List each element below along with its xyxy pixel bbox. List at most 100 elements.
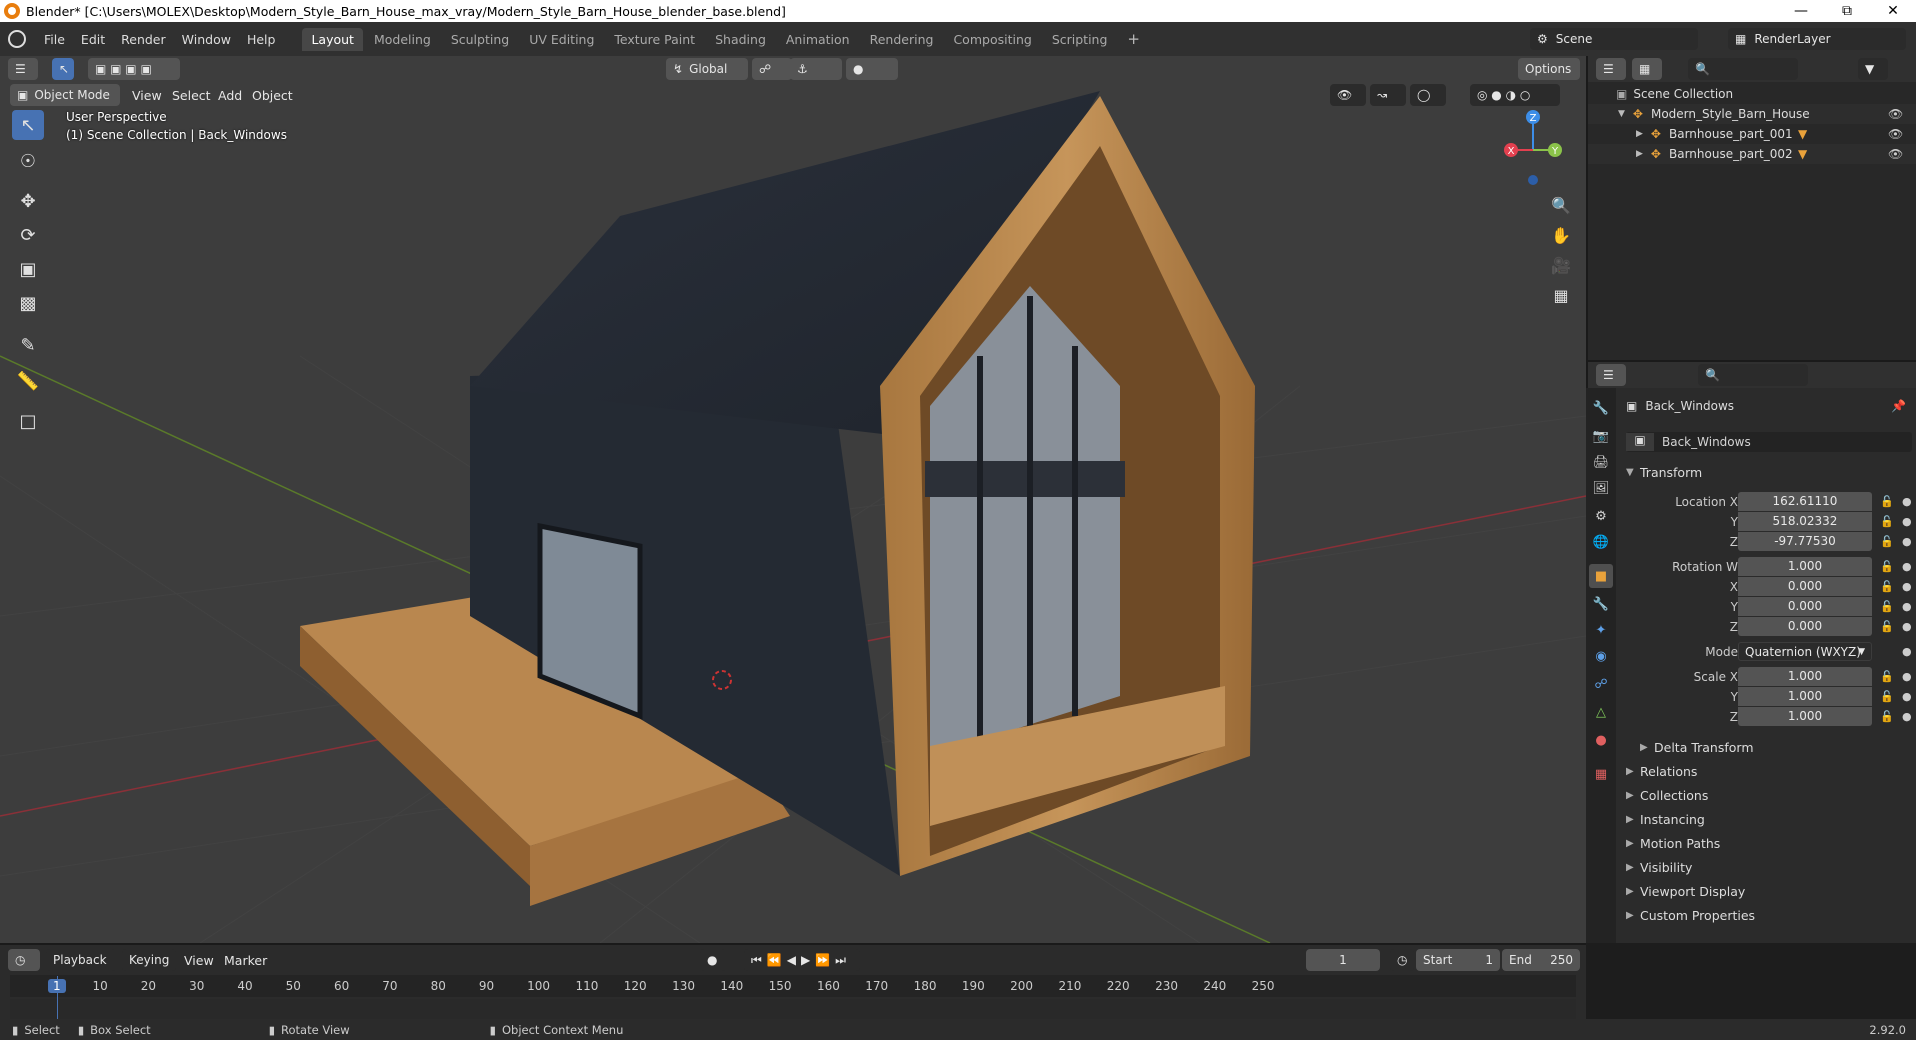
visibility-icon[interactable]: 👁: [1330, 84, 1366, 106]
keyframe-dot-icon[interactable]: ●: [1902, 670, 1912, 683]
3d-viewport[interactable]: [0, 56, 1586, 943]
object-tab-icon[interactable]: ■: [1589, 564, 1613, 588]
tab-sculpting[interactable]: Sculpting: [442, 28, 518, 51]
end-frame-field[interactable]: End 250: [1502, 949, 1580, 971]
select-tool-icon[interactable]: ↖: [12, 110, 44, 140]
transform-tool-icon[interactable]: ▩: [12, 288, 44, 318]
tab-uv-editing[interactable]: UV Editing: [520, 28, 603, 51]
delta-transform-header[interactable]: ▶ Delta Transform: [1640, 736, 1916, 758]
record-icon[interactable]: ●: [700, 949, 726, 971]
physics-tab-icon[interactable]: ◉: [1589, 644, 1613, 668]
object-datablock-icon[interactable]: ▣: [1626, 433, 1654, 451]
constraints-tab-icon[interactable]: ☍: [1589, 672, 1613, 696]
add-workspace-button[interactable]: +: [1118, 26, 1149, 52]
motion-paths-panel-header[interactable]: ▶ Motion Paths: [1626, 832, 1916, 854]
camera-icon[interactable]: 🎥: [1548, 252, 1574, 278]
select-box-tool-button[interactable]: ↖: [52, 58, 74, 80]
tab-layout[interactable]: Layout: [302, 27, 363, 51]
outliner-search-input[interactable]: 🔍: [1688, 58, 1798, 80]
options-button[interactable]: Options: [1518, 58, 1580, 80]
collections-panel-header[interactable]: ▶ Collections: [1626, 784, 1916, 806]
texture-tab-icon[interactable]: ▦: [1589, 762, 1613, 786]
keyframe-dot-icon[interactable]: ●: [1902, 710, 1912, 723]
modifier-tab-icon[interactable]: 🔧: [1589, 592, 1613, 616]
lock-icon[interactable]: 🔓: [1880, 600, 1894, 613]
menu-file[interactable]: File: [36, 32, 73, 47]
tab-rendering[interactable]: Rendering: [861, 28, 943, 51]
transform-panel-header[interactable]: ▼ Transform: [1626, 461, 1916, 483]
viewport-menu-view[interactable]: View: [132, 88, 162, 103]
pan-hand-icon[interactable]: ✋: [1548, 222, 1574, 248]
keyframe-dot-icon[interactable]: ●: [1902, 535, 1912, 548]
playback-controls[interactable]: ⏮⏪◀▶⏩⏭: [744, 949, 860, 971]
properties-search-input[interactable]: 🔍: [1698, 364, 1808, 386]
grid-perspective-icon[interactable]: ▦: [1548, 282, 1574, 308]
clock-icon[interactable]: ◷: [1390, 949, 1414, 971]
orientation-dropdown[interactable]: ↯ Global: [666, 58, 748, 80]
pivot-point-icon[interactable]: ☍: [752, 58, 792, 80]
tab-texture-paint[interactable]: Texture Paint: [605, 28, 704, 51]
properties-editor-type-button[interactable]: ☰: [1596, 364, 1626, 386]
keyframe-dot-icon[interactable]: ●: [1902, 600, 1912, 613]
current-frame-field[interactable]: 1: [1306, 949, 1380, 971]
lock-icon[interactable]: 🔓: [1880, 560, 1894, 573]
material-tab-icon[interactable]: ●: [1589, 728, 1613, 752]
location-y-field[interactable]: 518.02332: [1738, 512, 1872, 531]
gizmo-toggle-icon[interactable]: ↝: [1370, 84, 1406, 106]
scale-z-field[interactable]: 1.000: [1738, 707, 1872, 726]
tab-modeling[interactable]: Modeling: [365, 28, 440, 51]
keyframe-dot-icon[interactable]: ●: [1902, 620, 1912, 633]
relations-panel-header[interactable]: ▶ Relations: [1626, 760, 1916, 782]
expand-arrow-icon[interactable]: ▼: [1618, 109, 1625, 119]
playback-menu[interactable]: Playback: [46, 949, 116, 971]
keyframe-dot-icon[interactable]: ●: [1902, 580, 1912, 593]
viewport-menu-object[interactable]: Object: [252, 88, 293, 103]
move-tool-icon[interactable]: ✥: [12, 186, 44, 216]
custom-properties-panel-header[interactable]: ▶ Custom Properties: [1626, 904, 1916, 926]
viewport-menu-add[interactable]: Add: [218, 88, 242, 103]
selection-mode-group[interactable]: ▣ ▣ ▣ ▣: [88, 58, 180, 80]
scene-selector[interactable]: ⚙ Scene: [1530, 28, 1698, 50]
tab-scripting[interactable]: Scripting: [1043, 28, 1117, 51]
cursor-tool-icon[interactable]: ☉: [12, 146, 44, 176]
menu-help[interactable]: Help: [239, 32, 284, 47]
rotation-w-field[interactable]: 1.000: [1738, 557, 1872, 576]
particles-tab-icon[interactable]: ✦: [1589, 618, 1613, 642]
rotation-x-field[interactable]: 0.000: [1738, 577, 1872, 596]
keyframe-dot-icon[interactable]: ●: [1902, 495, 1912, 508]
keying-menu[interactable]: Keying: [122, 949, 176, 971]
expand-arrow-icon[interactable]: ▶: [1636, 129, 1643, 139]
lock-icon[interactable]: 🔓: [1880, 535, 1894, 548]
restore-button[interactable]: ⧉: [1824, 0, 1870, 22]
object-mode-dropdown[interactable]: ▣ Object Mode: [10, 84, 120, 106]
menu-edit[interactable]: Edit: [73, 32, 113, 47]
display-mode-button[interactable]: ▦: [1632, 58, 1662, 80]
output-tab-icon[interactable]: 🖨: [1589, 450, 1613, 474]
lock-icon[interactable]: 🔓: [1880, 495, 1894, 508]
outliner-editor-type-button[interactable]: ☰: [1596, 58, 1626, 80]
keyframe-area[interactable]: [10, 999, 1576, 1019]
outliner-scene-collection[interactable]: ▣ Scene Collection: [1588, 84, 1916, 104]
menu-window[interactable]: Window: [174, 32, 239, 47]
keyframe-dot-icon[interactable]: ●: [1902, 645, 1912, 658]
tab-compositing[interactable]: Compositing: [944, 28, 1040, 51]
pin-icon[interactable]: 📌: [1891, 399, 1906, 413]
visibility-panel-header[interactable]: ▶ Visibility: [1626, 856, 1916, 878]
lock-icon[interactable]: 🔓: [1880, 690, 1894, 703]
filter-icon[interactable]: ▼: [1858, 58, 1888, 80]
scale-x-field[interactable]: 1.000: [1738, 667, 1872, 686]
close-button[interactable]: ✕: [1870, 0, 1916, 22]
rotation-y-field[interactable]: 0.000: [1738, 597, 1872, 616]
measure-tool-icon[interactable]: 📏: [12, 366, 44, 396]
viewport-display-panel-header[interactable]: ▶ Viewport Display: [1626, 880, 1916, 902]
renderlayer-selector[interactable]: ▦ RenderLayer: [1728, 28, 1906, 50]
scene-tab-icon[interactable]: ⚙: [1589, 504, 1613, 528]
lock-icon[interactable]: 🔓: [1880, 670, 1894, 683]
outliner-item-part-001[interactable]: ▶ ✥ Barnhouse_part_001 ▼ 👁: [1588, 124, 1916, 144]
expand-arrow-icon[interactable]: ▶: [1636, 149, 1643, 159]
menu-render[interactable]: Render: [113, 32, 174, 47]
add-cube-tool-icon[interactable]: □: [12, 406, 44, 436]
shading-mode-group[interactable]: ◎ ● ◑ ○: [1470, 84, 1560, 106]
proportional-edit-icon[interactable]: ●: [846, 58, 898, 80]
eye-icon[interactable]: 👁: [1888, 147, 1903, 161]
